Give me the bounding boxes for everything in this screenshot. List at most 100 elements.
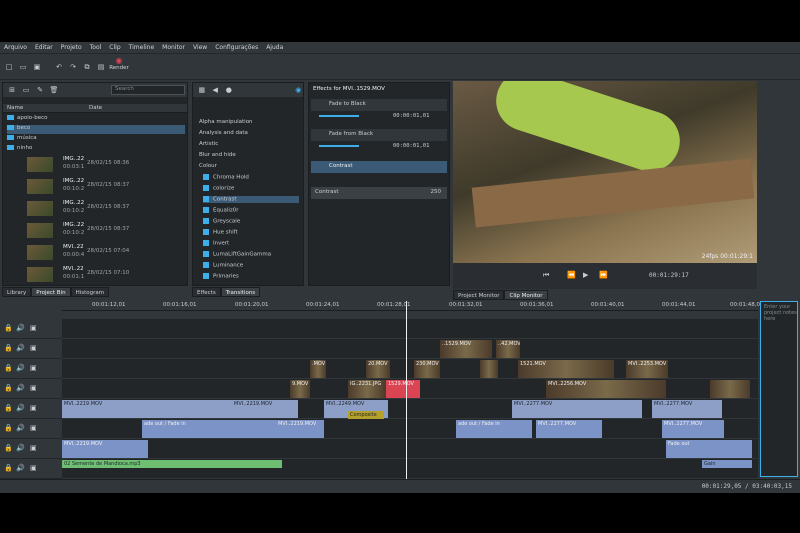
menu-tool[interactable]: Tool [86, 44, 106, 51]
col-date[interactable]: Date [89, 105, 102, 111]
film-icon[interactable]: ▣ [30, 324, 37, 332]
timeline-track[interactable]: 9.MOV IG..2231.JPG 1529.MOV MVI..2256.MO… [62, 379, 758, 399]
menu-configuracoes[interactable]: Configurações [211, 44, 262, 51]
open-file-icon[interactable]: ▭ [18, 62, 28, 72]
bin-clip[interactable]: IMG..22 00:10:2 28/02/15 08:37 [27, 221, 187, 241]
effect-category[interactable]: Analysis and data [199, 130, 248, 136]
timeline-clip[interactable]: IG..2231.JPG [348, 380, 386, 398]
redo-icon[interactable]: ↷ [68, 62, 78, 72]
speaker-icon[interactable]: 🔊 [16, 324, 25, 332]
effect-item[interactable]: Invert [203, 240, 229, 247]
audio-effects-icon[interactable]: ◀ [211, 85, 221, 95]
tab-project-bin[interactable]: Project Bin [31, 287, 71, 297]
timeline-timecode[interactable]: 00:01:29,05 / 03:40:03,15 [702, 483, 792, 490]
timeline-track[interactable]: ade out / Fade in MVI..2219.MOV ade out … [62, 419, 758, 439]
bin-folder[interactable]: beco [7, 125, 185, 134]
effect-item[interactable]: colorize [203, 185, 234, 192]
speaker-icon[interactable]: 🔊 [16, 424, 25, 432]
menu-timeline[interactable]: Timeline [125, 44, 159, 51]
bin-folder[interactable]: ninho [7, 145, 185, 154]
track-header[interactable]: 🔒 🔊 ▣ [0, 319, 62, 339]
bin-clip[interactable]: IMG..22 00:10:2 28/02/15 08:37 [27, 199, 187, 219]
video-monitor[interactable]: 24fps 00:01:29:1 [453, 81, 757, 263]
monitor-timecode[interactable]: 00:01:29:17 [649, 272, 689, 279]
speaker-icon[interactable]: 🔊 [16, 404, 25, 412]
delete-icon[interactable]: 🗑 [49, 85, 59, 95]
timeline-clip-selected[interactable]: 1529.MOV [386, 380, 420, 398]
bin-clip[interactable]: MVI..22 00:00:4 28/02/15 07:04 [27, 243, 187, 263]
tab-library[interactable]: Library [2, 287, 32, 297]
effect-category[interactable]: Colour [199, 163, 217, 169]
timeline-clip[interactable]: ..42.MOV [496, 340, 520, 358]
timeline-clip[interactable]: MVI..2256.MOV [546, 380, 666, 398]
speaker-icon[interactable]: 🔊 [16, 364, 25, 372]
timeline-clip[interactable]: MVI..2277.MOV [652, 400, 722, 418]
audio-clip[interactable]: MVI..2277.MOV [662, 420, 724, 438]
info-icon[interactable]: ◉ [294, 85, 304, 95]
effect-item[interactable]: Contrast [203, 196, 299, 203]
col-name[interactable]: Name [7, 105, 23, 111]
effect-item[interactable]: Luminance [203, 262, 243, 269]
track-header[interactable]: 🔒 🔊 ▣ [0, 419, 62, 439]
tab-histogram[interactable]: Histogram [70, 287, 110, 297]
music-clip[interactable]: 02 Semente de Mandioca.mp3 [62, 460, 282, 468]
render-button[interactable]: ◉ Render [104, 56, 134, 71]
folder-icon[interactable]: ▭ [21, 85, 31, 95]
timeline-clip[interactable]: 9.MOV [290, 380, 310, 398]
timeline-clip[interactable]: .MOV [310, 360, 326, 378]
film-icon[interactable]: ▣ [30, 384, 37, 392]
fade-slider[interactable] [319, 145, 359, 147]
track-header[interactable]: 🔒 🔊 ▣ [0, 379, 62, 399]
fade-duration[interactable]: 00:00:01,01 [393, 143, 429, 149]
menu-projeto[interactable]: Projeto [57, 44, 86, 51]
forward-icon[interactable]: ⏩ [599, 271, 608, 279]
edit-icon[interactable]: ✎ [35, 85, 45, 95]
tab-transitions[interactable]: Transitions [220, 287, 261, 297]
audio-clip[interactable]: MVI..2219.MOV [62, 440, 148, 458]
film-icon[interactable]: ▣ [30, 444, 37, 452]
effect-category[interactable]: Artistic [199, 141, 218, 147]
timeline-clip[interactable]: 20.MOV [366, 360, 390, 378]
lock-icon[interactable]: 🔒 [4, 464, 13, 472]
track-header[interactable]: 🔒 🔊 ▣ [0, 359, 62, 379]
project-notes[interactable]: Enter your project notes here [760, 301, 798, 477]
speaker-icon[interactable]: 🔊 [16, 444, 25, 452]
film-icon[interactable]: ▣ [30, 344, 37, 352]
bin-search-input[interactable]: Search [111, 85, 185, 95]
bin-clip[interactable]: IMG..22 00:03:1 28/02/15 08:36 [27, 155, 187, 175]
effect-category[interactable]: Blur and hide [199, 152, 236, 158]
timeline-track[interactable]: .MOV 20.MOV 230.MOV 1521.MOV MVI..2253.M… [62, 359, 758, 379]
effect-fade-from-black[interactable]: Fade from Black [311, 129, 447, 141]
timeline-track[interactable]: ..1529.MOV ..42.MOV [62, 339, 758, 359]
contrast-parameter[interactable]: Contrast 250 [311, 187, 447, 199]
timeline-track[interactable]: MVI..2219.MOV MVI..2219.MOV MVI..2249.MO… [62, 399, 758, 419]
menu-clip[interactable]: Clip [105, 44, 124, 51]
fade-slider[interactable] [319, 115, 359, 117]
add-clip-icon[interactable]: ⊞ [7, 85, 17, 95]
bin-clip[interactable]: MVI..22 00:01:1 28/02/15 07:10 [27, 265, 187, 285]
timeline-track[interactable]: 02 Semente de Mandioca.mp3 Gain [62, 459, 758, 479]
track-header[interactable]: 🔒 🔊 ▣ [0, 439, 62, 459]
gain-clip[interactable]: Gain [702, 460, 752, 468]
lock-icon[interactable]: 🔒 [4, 364, 13, 372]
effect-item[interactable]: Hue shift [203, 229, 238, 236]
lock-icon[interactable]: 🔒 [4, 384, 13, 392]
effect-fade-to-black[interactable]: Fade to Black [311, 99, 447, 111]
menu-ajuda[interactable]: Ajuda [262, 44, 287, 51]
audio-clip[interactable]: ade out / Fade in [456, 420, 532, 438]
save-icon[interactable]: ▣ [32, 62, 42, 72]
fade-duration[interactable]: 00:00:01,01 [393, 113, 429, 119]
custom-effects-icon[interactable]: ● [224, 85, 234, 95]
effect-item[interactable]: LumaLiftGainGamma [203, 251, 271, 258]
film-icon[interactable]: ▣ [30, 424, 37, 432]
timeline-ruler[interactable]: 00:01:12,01 00:01:16,01 00:01:20,01 00:0… [62, 301, 763, 311]
lock-icon[interactable]: 🔒 [4, 324, 13, 332]
timeline-clip[interactable]: ..1529.MOV [440, 340, 492, 358]
track-header[interactable]: 🔒 🔊 ▣ [0, 339, 62, 359]
timeline-clip[interactable]: 1521.MOV [518, 360, 614, 378]
menu-view[interactable]: View [189, 44, 211, 51]
film-icon[interactable]: ▣ [30, 364, 37, 372]
film-icon[interactable]: ▣ [30, 404, 37, 412]
menu-arquivo[interactable]: Arquivo [0, 44, 31, 51]
tab-effects[interactable]: Effects [192, 287, 221, 297]
